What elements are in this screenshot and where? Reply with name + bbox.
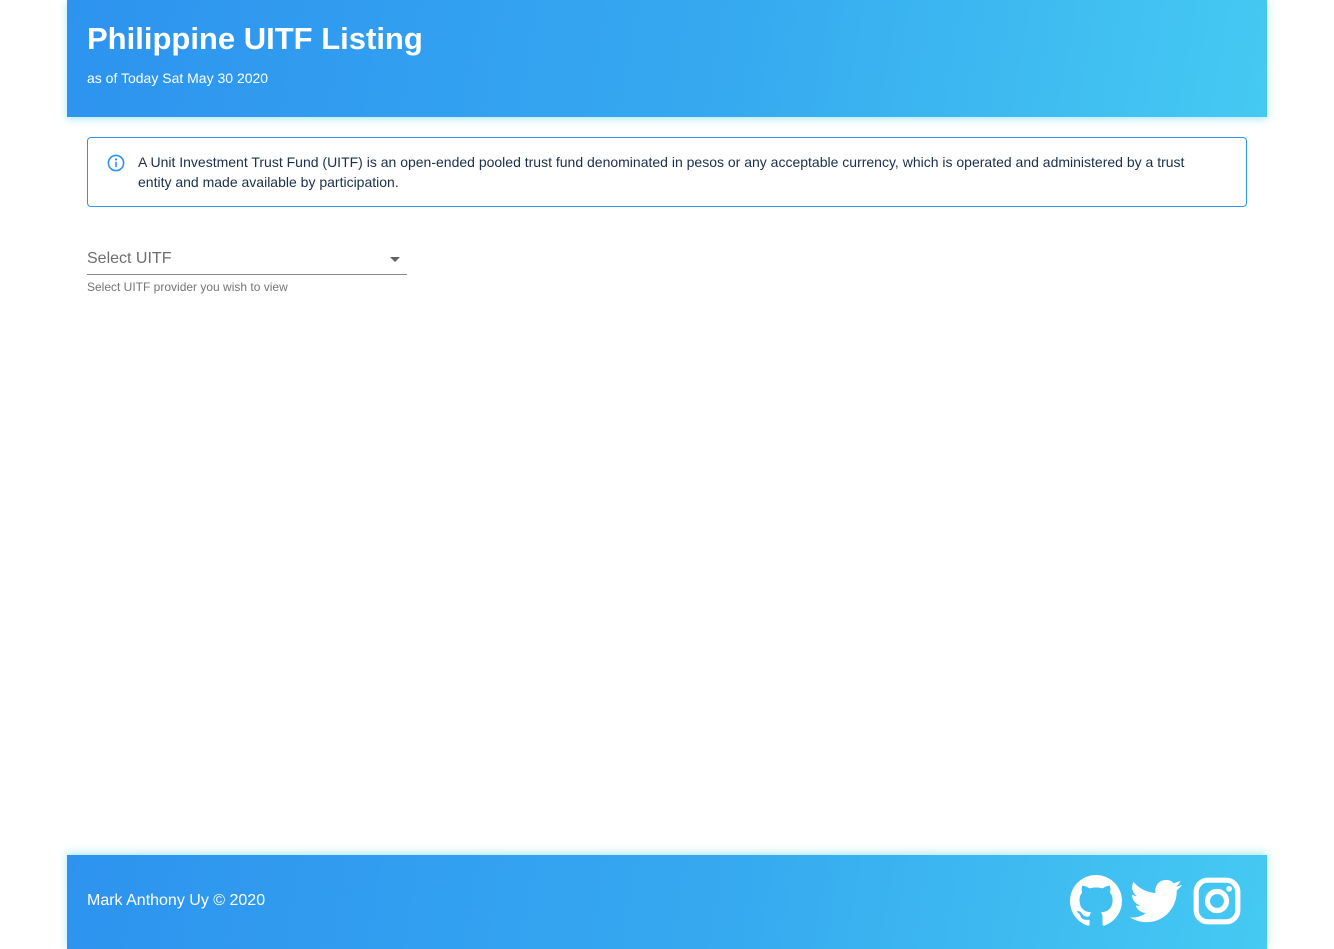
uitf-select-field[interactable]: Select UITF (87, 244, 407, 275)
instagram-icon[interactable] (1191, 875, 1243, 927)
twitter-icon[interactable] (1130, 875, 1182, 927)
uitf-select-hint: Select UITF provider you wish to view (87, 280, 288, 294)
info-alert: A Unit Investment Trust Fund (UITF) is a… (87, 137, 1247, 207)
page: Philippine UITF Listing as of Today Sat … (0, 0, 1334, 949)
caret-down-icon[interactable] (390, 257, 400, 262)
info-circle-icon (106, 153, 126, 173)
app-footer: Mark Anthony Uy © 2020 (67, 855, 1267, 949)
page-title: Philippine UITF Listing (87, 21, 423, 56)
info-text: A Unit Investment Trust Fund (UITF) is a… (138, 154, 1185, 190)
uitf-select-placeholder: Select UITF (87, 250, 172, 267)
github-icon[interactable] (1070, 875, 1122, 927)
page-subtitle: as of Today Sat May 30 2020 (87, 70, 269, 86)
footer-copyright: Mark Anthony Uy © 2020 (87, 892, 266, 909)
uitf-select: Select UITF Select UITF provider you wis… (87, 244, 407, 294)
app-header: Philippine UITF Listing as of Today Sat … (67, 0, 1267, 117)
